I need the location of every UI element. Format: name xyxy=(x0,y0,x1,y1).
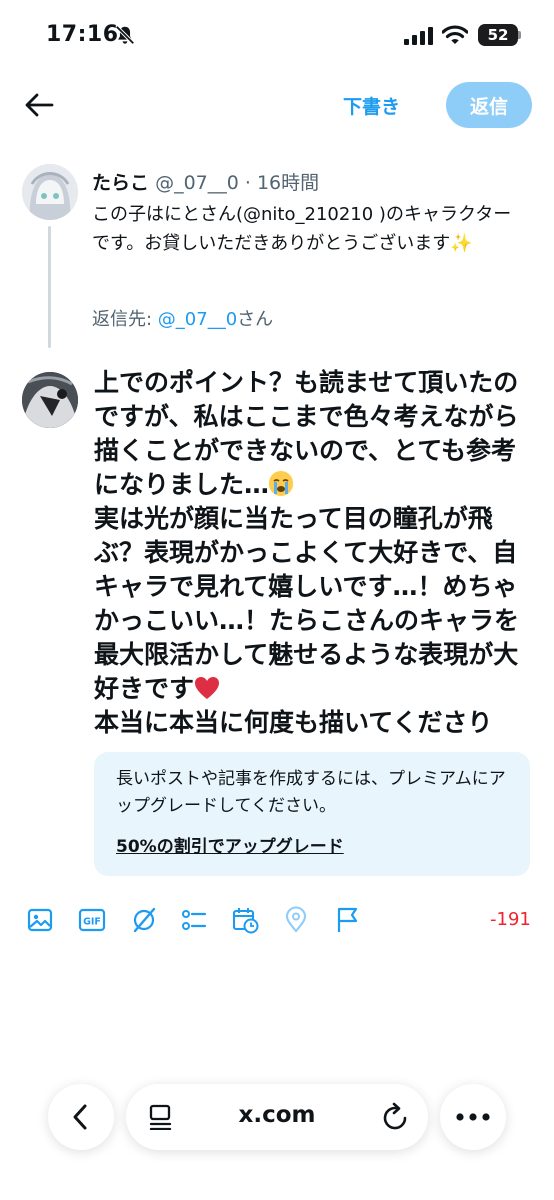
poll-icon[interactable] xyxy=(180,906,208,934)
grok-icon[interactable] xyxy=(130,906,158,934)
browser-back-button[interactable] xyxy=(48,1084,114,1150)
image-icon[interactable] xyxy=(26,906,54,934)
premium-message: 長いポストや記事を作成するには、プレミアムにアップグレードしてください。 xyxy=(116,769,506,816)
compose-text-part-2: 実は光が顔に当たって目の瞳孔が飛ぶ？表現がかっこよくて大好きで、自キャラで見れて… xyxy=(94,504,520,703)
loudly-crying-emoji-icon xyxy=(269,471,294,496)
cellular-signal-icon xyxy=(404,27,433,45)
back-arrow-icon[interactable] xyxy=(22,90,56,120)
drafts-button[interactable]: 下書き xyxy=(343,92,400,119)
address-bar[interactable]: x.com xyxy=(126,1084,428,1150)
character-count: -191 xyxy=(490,909,531,930)
schedule-icon[interactable] xyxy=(232,906,260,934)
original-author-avatar[interactable] xyxy=(22,164,78,220)
compose-textarea[interactable]: 上でのポイント？も読ませて頂いたのですが、私はここまで色々考えながら描くことがで… xyxy=(94,366,534,752)
tweet-meta: たらこ @_07__0 · 16時間 xyxy=(92,168,319,195)
svg-text:GIF: GIF xyxy=(83,917,101,928)
wifi-icon xyxy=(442,25,468,44)
reload-icon[interactable] xyxy=(380,1102,410,1132)
upgrade-link[interactable]: 50%の割引でアップグレード xyxy=(116,832,344,857)
location-icon[interactable] xyxy=(282,906,310,934)
replying-prefix: 返信先: xyxy=(92,309,158,330)
ellipsis-icon xyxy=(456,1113,490,1121)
author-handle[interactable]: @_07__0 xyxy=(155,172,239,194)
tweet-body: この子はにとさん(@nito_210210 )のキャラクターです。お貸しいただき… xyxy=(92,204,512,254)
battery-indicator: 52 xyxy=(478,24,518,46)
replying-user-link[interactable]: @_07__0 xyxy=(158,309,237,330)
user-avatar[interactable] xyxy=(22,372,78,428)
status-time: 17:16 xyxy=(46,22,119,47)
chevron-left-icon xyxy=(73,1104,87,1130)
thread-line xyxy=(48,226,51,348)
author-name[interactable]: たらこ xyxy=(92,172,149,194)
flag-icon[interactable] xyxy=(334,906,362,934)
replying-suffix: さん xyxy=(237,309,274,330)
battery-tip xyxy=(518,31,521,39)
meta-separator: · xyxy=(244,172,251,194)
avatar-illustration xyxy=(22,164,78,220)
user-avatar-illustration xyxy=(22,372,78,428)
replying-to: 返信先: @_07__0さん xyxy=(92,305,273,331)
gif-icon[interactable]: GIF xyxy=(78,906,106,934)
compose-text-part-1: 上でのポイント？も読ませて頂いたのですが、私はここまで色々考えながら描くことがで… xyxy=(94,368,519,499)
compose-text-part-3: 本当に本当に何度も描いてくださり xyxy=(94,708,493,737)
tweet-timestamp: 16時間 xyxy=(256,172,320,194)
premium-upsell-card: 長いポストや記事を作成するには、プレミアムにアップグレードしてください。 50%… xyxy=(94,752,530,876)
more-options-button[interactable] xyxy=(440,1084,506,1150)
bell-off-icon xyxy=(115,25,135,45)
reply-button[interactable]: 返信 xyxy=(446,82,532,128)
red-heart-emoji-icon xyxy=(194,675,220,699)
